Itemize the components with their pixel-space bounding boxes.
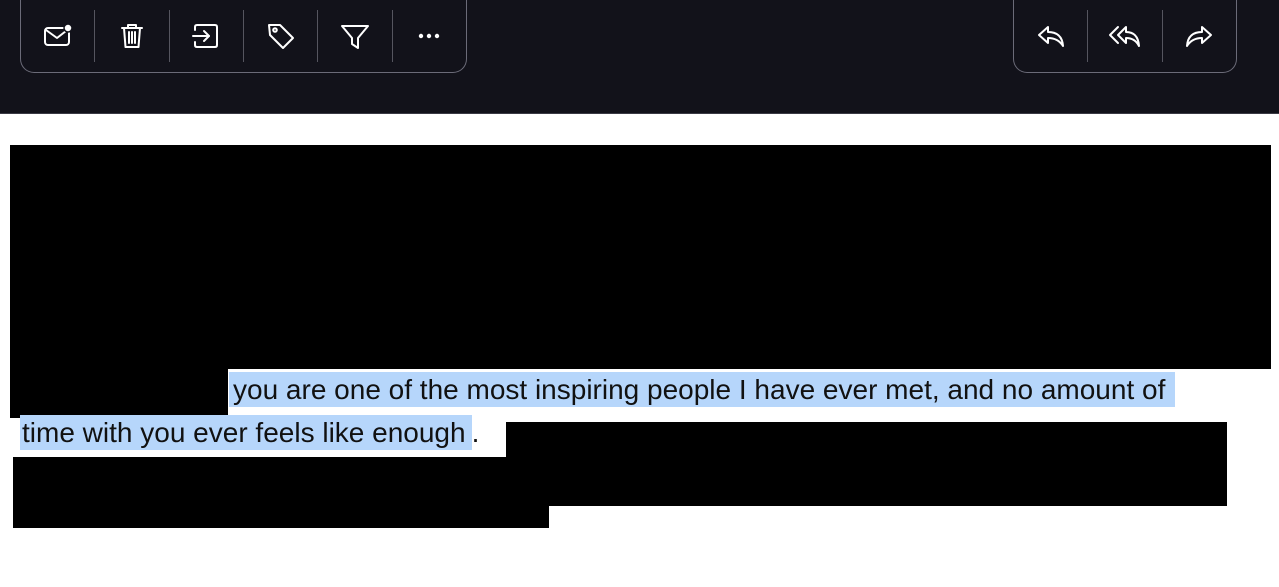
move-button[interactable] (170, 0, 243, 72)
mark-unread-button[interactable] (21, 0, 94, 72)
reply-all-button[interactable] (1088, 0, 1161, 72)
redacted-block (13, 457, 549, 528)
tag-icon (267, 24, 294, 49)
reply-icon (1037, 26, 1064, 47)
redacted-block (10, 355, 228, 418)
message-text-line-1[interactable]: you are one of the most inspiring people… (229, 370, 1176, 410)
forward-icon (1186, 26, 1213, 47)
envelope-dot-icon (43, 23, 73, 46)
trash-icon (120, 24, 143, 48)
more-horizontal-icon (419, 33, 440, 39)
message-body: you are one of the most inspiring people… (0, 115, 1279, 587)
redacted-block (506, 422, 1227, 506)
message-actions-group (20, 0, 467, 73)
filter-icon (340, 25, 369, 49)
move-to-folder-icon (192, 24, 219, 48)
selected-text: time with you ever feels like enough (20, 415, 472, 450)
message-punctuation: . (471, 417, 480, 448)
reply-all-icon (1108, 26, 1140, 47)
reply-button[interactable] (1014, 0, 1087, 72)
filter-button[interactable] (318, 0, 391, 72)
reply-actions-group (1013, 0, 1237, 73)
redacted-block (10, 145, 1271, 369)
message-toolbar (0, 0, 1279, 114)
selected-text: you are one of the most inspiring people… (229, 372, 1176, 407)
forward-button[interactable] (1163, 0, 1236, 72)
tag-button[interactable] (244, 0, 317, 72)
more-button[interactable] (393, 0, 466, 72)
delete-button[interactable] (95, 0, 168, 72)
message-text-line-2[interactable]: time with you ever feels like enough. (20, 413, 479, 453)
